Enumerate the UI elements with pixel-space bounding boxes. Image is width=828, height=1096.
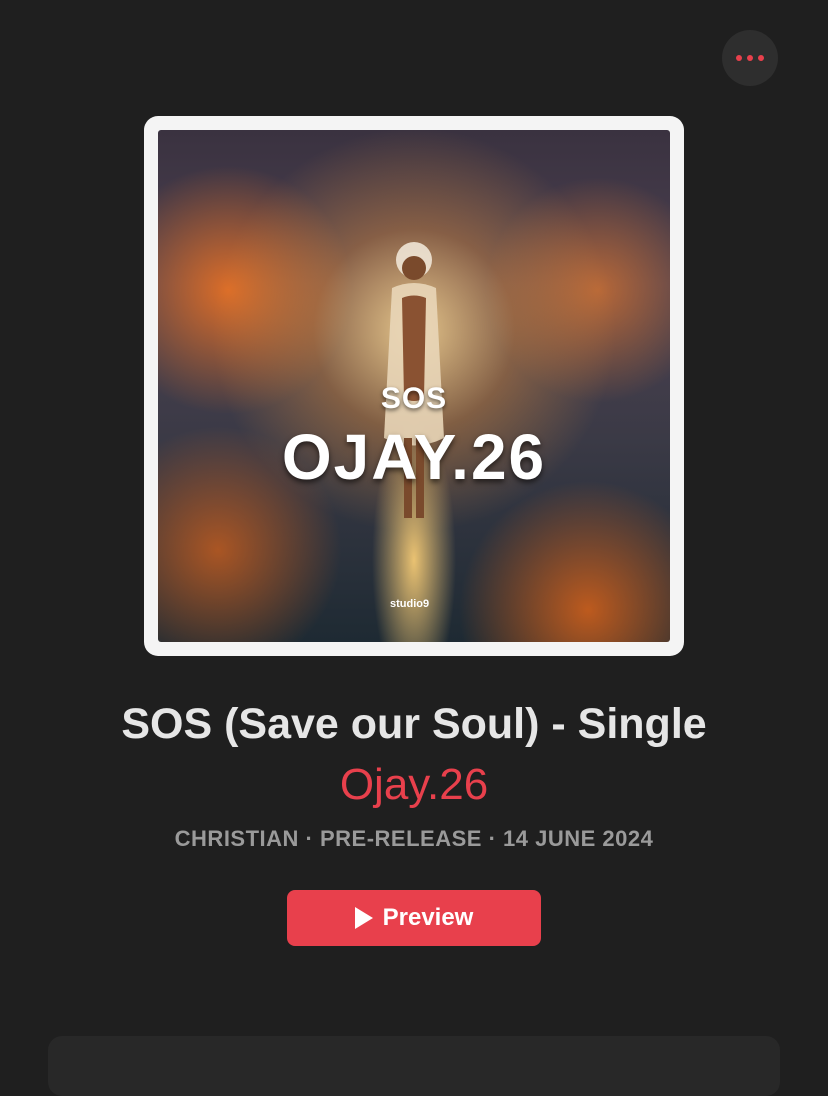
preview-button-label: Preview [382,904,474,931]
more-dot [758,55,764,61]
artwork-studio-text: studio9 [390,598,430,610]
play-icon [354,907,373,929]
artist-link[interactable]: Ojay.26 [0,760,828,810]
release-meta: CHRISTIAN · PRE-RELEASE · 14 JUNE 2024 [174,826,654,851]
album-artwork[interactable]: SOS OJAY.26 studio9 [158,130,670,642]
bottom-card [48,1036,780,1096]
artwork-title-text: SOS [380,382,448,415]
more-dot [747,55,753,61]
release-title: SOS (Save our Soul) - Single [121,700,707,748]
artwork-artist-text: OJAY.26 [281,421,547,493]
more-options-button[interactable] [722,30,778,86]
more-dot [736,55,742,61]
preview-button[interactable]: Preview [287,890,541,946]
